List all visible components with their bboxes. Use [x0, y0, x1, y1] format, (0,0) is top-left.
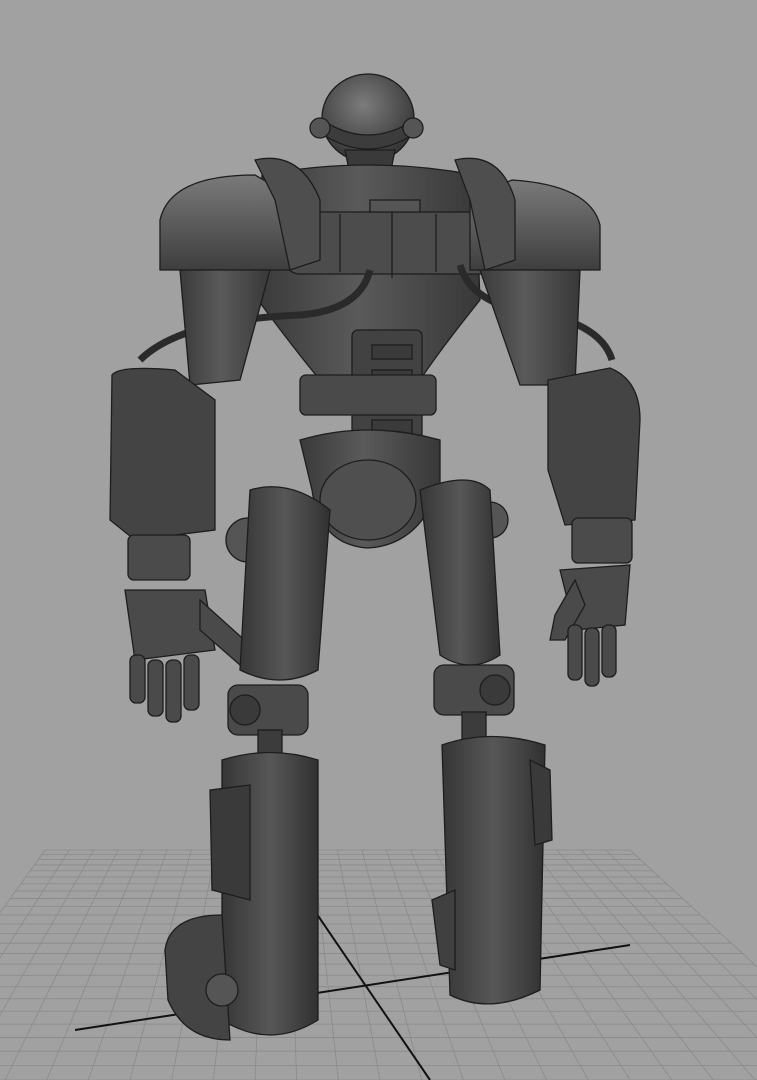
grid-line [4, 849, 119, 1080]
robot-head[interactable] [309, 73, 424, 176]
grid-line [532, 849, 714, 1080]
robot-right-knee[interactable] [433, 664, 515, 743]
robot-right-thigh[interactable] [419, 479, 509, 666]
grid-line [556, 849, 756, 1080]
robot-right-forearm[interactable] [547, 367, 641, 526]
grid-line [361, 849, 423, 1080]
grid-line [46, 849, 143, 1080]
robot-left-thigh[interactable] [225, 486, 331, 681]
grid-line [605, 849, 757, 1001]
robot-left-knee[interactable] [227, 684, 309, 761]
robot-right-wrist[interactable] [571, 517, 633, 564]
grid-line [629, 849, 757, 968]
ground-grid [0, 849, 757, 1080]
grid-line [0, 849, 70, 959]
grid-axis-line [74, 944, 631, 1031]
robot-left-wrist[interactable] [127, 534, 191, 581]
grid-line [87, 849, 168, 1080]
robot-left-forearm[interactable] [109, 367, 216, 541]
grid-line [337, 849, 381, 1080]
robot-right-boot[interactable] [431, 735, 553, 1005]
3d-viewport[interactable] [0, 0, 757, 1080]
grid-line [0, 849, 46, 914]
robot-right-shoulder[interactable] [454, 157, 601, 271]
viewport-scene[interactable] [0, 0, 757, 1080]
robot-left-upper-arm[interactable] [179, 269, 271, 386]
robot-model[interactable] [109, 73, 641, 1041]
robot-right-upper-arm[interactable] [479, 269, 581, 386]
robot-right-hand[interactable] [549, 564, 631, 687]
robot-left-shoulder[interactable] [159, 157, 321, 271]
robot-left-boot[interactable] [164, 751, 319, 1041]
